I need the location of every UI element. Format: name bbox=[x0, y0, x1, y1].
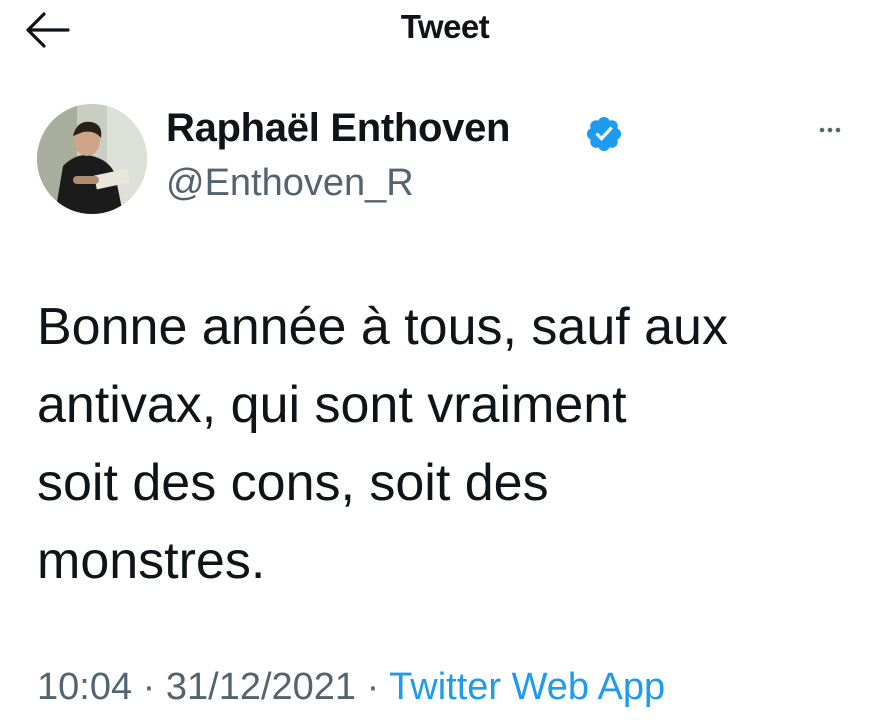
more-options-icon bbox=[819, 127, 841, 133]
tweet-meta: 10:04 · 31/12/2021 · Twitter Web App bbox=[37, 666, 665, 709]
avatar[interactable] bbox=[37, 104, 147, 214]
profile-photo bbox=[37, 104, 147, 214]
author-name[interactable]: Raphaël Enthoven bbox=[166, 106, 510, 151]
meta-separator: · bbox=[366, 666, 380, 708]
tweet-time[interactable]: 10:04 bbox=[37, 666, 132, 708]
tweet-text-line: monstres. bbox=[37, 532, 266, 590]
tweet-text: Bonne année à tous, sauf aux antivax, qu… bbox=[37, 288, 867, 600]
tweet-date[interactable]: 31/12/2021 bbox=[166, 666, 356, 708]
more-options-button[interactable] bbox=[810, 120, 850, 140]
tweet-text-line: soit des cons, soit des bbox=[37, 454, 549, 512]
verified-badge-icon bbox=[584, 114, 624, 154]
tweet-text-line: Bonne année à tous, sauf aux bbox=[37, 298, 728, 356]
tweet-text-line: antivax, qui sont vraiment bbox=[37, 376, 627, 434]
meta-separator: · bbox=[142, 666, 156, 708]
page-title: Tweet bbox=[400, 8, 490, 45]
top-bar: Tweet bbox=[0, 0, 890, 60]
author-handle[interactable]: @Enthoven_R bbox=[166, 162, 414, 205]
tweet-source-link[interactable]: Twitter Web App bbox=[389, 666, 665, 708]
